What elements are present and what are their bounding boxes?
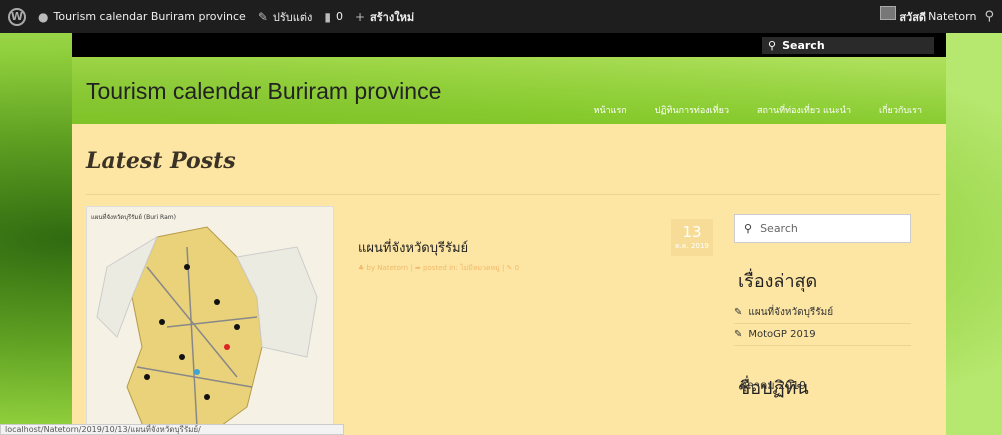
nav-home[interactable]: หน้าแรก <box>594 103 627 117</box>
admin-new[interactable]: + สร้างใหม่ <box>355 8 414 26</box>
top-search-input[interactable]: ⚲ Search <box>762 37 934 54</box>
wordpress-logo-icon[interactable]: W <box>8 7 26 26</box>
main-nav: หน้าแรก ปฏิทินการท่องเที่ยว สถานที่ท่องเ… <box>594 103 922 117</box>
admin-customize[interactable]: ✎ ปรับแต่ง <box>258 8 313 26</box>
site-container: ⚲ Search Tourism calendar Buriram provin… <box>72 33 946 435</box>
site-header: Tourism calendar Buriram province หน้าแร… <box>72 57 946 124</box>
admin-comments[interactable]: ▮ 0 <box>324 10 343 24</box>
nav-calendar[interactable]: ปฏิทินการท่องเที่ยว <box>655 103 729 117</box>
divider <box>86 194 940 195</box>
post-month: ต.ค. 2019 <box>675 242 709 250</box>
recent-posts-heading: เรื่องล่าสุด <box>738 271 818 292</box>
calendar-month: ตุลาคม 2019 <box>740 379 807 392</box>
admin-bar: W ● Tourism calendar Buriram province ✎ … <box>0 0 1002 33</box>
avatar <box>880 5 897 20</box>
recent-post-item[interactable]: ✎ MotoGP 2019 <box>734 324 911 346</box>
admin-search-icon[interactable]: ⚲ <box>984 9 994 24</box>
recent-posts-list: ✎ แผนที่จังหวัดบุรีรัมย์ ✎ MotoGP 2019 <box>734 302 911 346</box>
comment-icon: ▮ <box>324 9 331 24</box>
post-day: 13 <box>682 223 702 241</box>
map-image: แผนที่จังหวัดบุรีรัมย์ (Buri Ram) <box>87 207 333 434</box>
nav-about[interactable]: เกี่ยวกับเรา <box>879 103 922 117</box>
brush-icon: ✎ <box>257 9 268 24</box>
post-thumbnail-map[interactable]: แผนที่จังหวัดบุรีรัมย์ (Buri Ram) <box>86 206 334 435</box>
plus-icon: + <box>354 9 366 24</box>
recent-post-item[interactable]: ✎ แผนที่จังหวัดบุรีรัมย์ <box>734 302 911 324</box>
main-content: Latest Posts แผนที่จังหวัดบุรีรัมย์ (Bur… <box>72 124 946 435</box>
sidebar-search-input[interactable]: ⚲ Search <box>734 214 911 243</box>
post-meta[interactable]: ♣ by Natetorn | ➡ posted in: ไม่มีหมวดหม… <box>358 263 519 274</box>
page-title: Latest Posts <box>86 148 236 174</box>
post-title[interactable]: แผนที่จังหวัดบุรีรัมย์ <box>358 237 468 258</box>
pencil-icon: ✎ <box>734 307 743 318</box>
pencil-icon: ✎ <box>734 329 743 340</box>
post-date-badge: 13 ต.ค. 2019 <box>671 219 713 256</box>
browser-status-url: localhost/Natetorn/2019/10/13/แผนที่จังห… <box>0 424 344 435</box>
search-icon: ⚲ <box>768 39 777 52</box>
search-icon: ⚲ <box>744 222 753 235</box>
admin-site-name[interactable]: ● Tourism calendar Buriram province <box>38 10 246 24</box>
site-title[interactable]: Tourism calendar Buriram province <box>86 78 441 105</box>
nav-places[interactable]: สถานที่ท่องเที่ยว แนะนำ <box>757 103 851 117</box>
top-strip: ⚲ Search <box>72 33 946 57</box>
map-caption: แผนที่จังหวัดบุรีรัมย์ (Buri Ram) <box>91 213 176 221</box>
admin-account[interactable]: สวัสดี Natetorn ⚲ <box>880 5 994 26</box>
dashboard-icon: ● <box>38 9 49 24</box>
